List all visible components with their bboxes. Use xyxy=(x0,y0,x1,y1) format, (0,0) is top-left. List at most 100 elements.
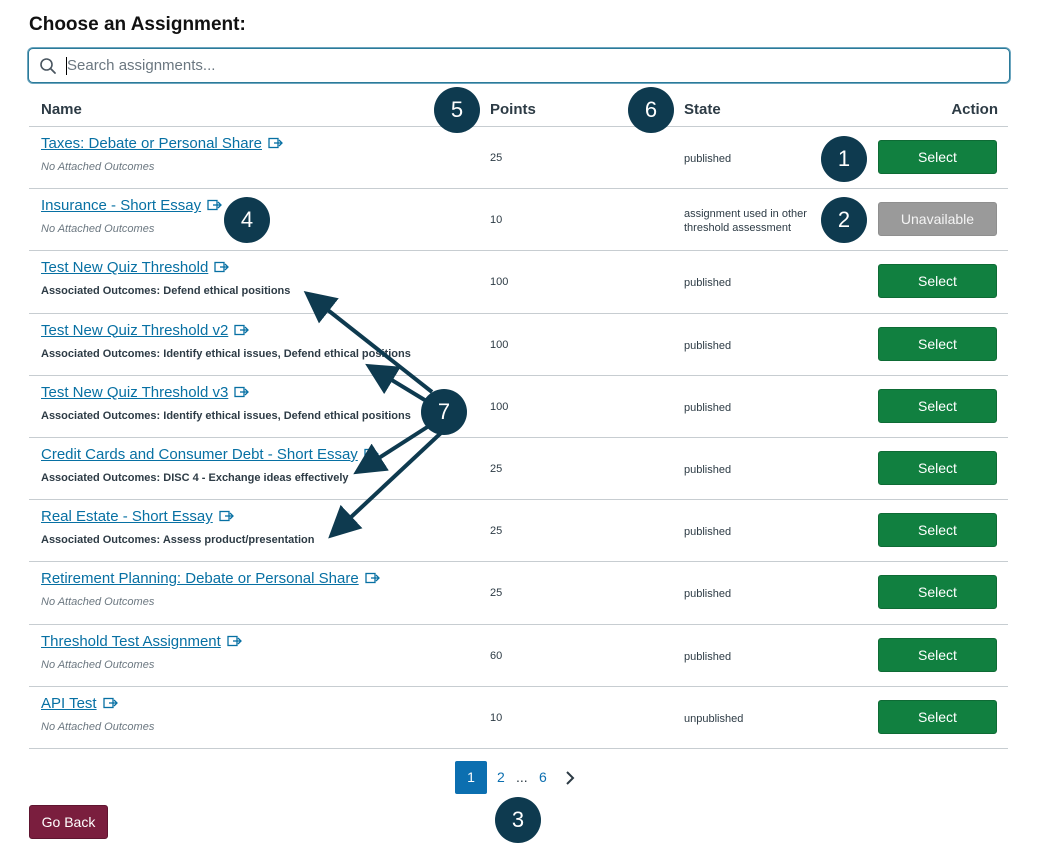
select-button[interactable]: Select xyxy=(878,326,997,361)
column-header-state: State xyxy=(684,101,721,118)
table-row: API Test No Attached Outcomes 10 unpublishe… xyxy=(29,687,1008,749)
select-button[interactable]: Select xyxy=(878,264,997,299)
outcomes-text: Associated Outcomes: Identify ethical is… xyxy=(41,409,411,422)
external-link-icon xyxy=(214,262,230,273)
outcomes-text: No Attached Outcomes xyxy=(41,596,155,609)
points-value: 25 xyxy=(490,462,503,475)
state-value: published xyxy=(684,401,732,414)
points-value: 100 xyxy=(490,400,509,413)
page-2-link[interactable]: 2 xyxy=(497,769,505,785)
table-row: Retirement Planning: Debate or Personal … xyxy=(29,562,1008,625)
select-button[interactable]: Select xyxy=(878,140,997,174)
state-value: published xyxy=(684,588,732,601)
assignment-name[interactable]: Test New Quiz Threshold xyxy=(41,259,208,276)
search-box[interactable] xyxy=(28,48,1010,83)
assignment-link[interactable]: Threshold Test Assignment xyxy=(41,633,242,650)
page-title: Choose an Assignment: xyxy=(29,14,246,35)
points-value: 10 xyxy=(490,214,503,227)
points-value: 60 xyxy=(490,649,503,662)
callout-2: 2 xyxy=(821,197,867,243)
assignment-name[interactable]: Threshold Test Assignment xyxy=(41,633,221,650)
table-row: Test New Quiz Threshold Associated Outcom… xyxy=(29,251,1008,314)
points-value: 25 xyxy=(490,152,503,164)
assignment-link[interactable]: Taxes: Debate or Personal Share xyxy=(41,135,283,152)
chevron-right-icon[interactable] xyxy=(564,770,576,786)
table-row: Test New Quiz Threshold v2 Associated Out… xyxy=(29,314,1008,376)
external-link-icon xyxy=(234,386,250,397)
points-value: 10 xyxy=(490,711,503,724)
external-link-icon xyxy=(227,635,242,646)
assignment-link[interactable]: Credit Cards and Consumer Debt - Short E… xyxy=(41,446,379,463)
assignment-link[interactable]: Test New Quiz Threshold v3 xyxy=(41,384,250,401)
outcomes-text: Associated Outcomes: Identify ethical is… xyxy=(41,347,411,360)
search-icon xyxy=(40,58,56,74)
outcomes-text: No Attached Outcomes xyxy=(41,223,155,236)
state-value: unpublished xyxy=(684,712,744,725)
points-value: 100 xyxy=(490,276,509,289)
page-6-link[interactable]: 6 xyxy=(539,769,547,785)
outcomes-text: No Attached Outcomes xyxy=(41,720,155,733)
outcomes-text: Associated Outcomes: Defend ethical posi… xyxy=(41,285,291,298)
table-row: Test New Quiz Threshold v3 Associated Out… xyxy=(29,376,1008,438)
select-button[interactable]: Select xyxy=(878,637,997,672)
state-value: assignment used in other threshold asses… xyxy=(684,208,807,235)
assignment-name[interactable]: Test New Quiz Threshold v3 xyxy=(41,384,228,401)
assignment-name[interactable]: Test New Quiz Threshold v2 xyxy=(41,322,228,339)
outcomes-text: Associated Outcomes: DISC 4 - Exchange i… xyxy=(41,471,349,484)
unavailable-button: Unavailable xyxy=(878,202,997,237)
select-button[interactable]: Select xyxy=(878,450,997,485)
search-input[interactable] xyxy=(65,53,995,78)
external-link-icon xyxy=(219,510,234,522)
table-row: Threshold Test Assignment No Attached Out… xyxy=(29,625,1008,687)
text-cursor xyxy=(66,57,67,75)
go-back-button[interactable]: Go Back xyxy=(29,805,108,839)
callout-4: 4 xyxy=(224,197,270,243)
assignment-link[interactable]: Test New Quiz Threshold v2 xyxy=(41,322,250,339)
outcomes-text: No Attached Outcomes xyxy=(41,161,155,173)
external-link-icon xyxy=(207,200,222,211)
pagination-ellipsis: ... xyxy=(516,769,528,785)
select-button[interactable]: Select xyxy=(878,699,997,734)
column-header-action: Action xyxy=(951,101,998,118)
state-value: published xyxy=(684,339,732,352)
external-link-icon xyxy=(365,573,380,584)
assignment-name[interactable]: Insurance - Short Essay xyxy=(41,197,201,214)
assignment-link[interactable]: Insurance - Short Essay xyxy=(41,197,222,214)
column-header-name: Name xyxy=(41,101,82,118)
callout-5: 5 xyxy=(434,87,480,133)
outcomes-text: Associated Outcomes: Assess product/pres… xyxy=(41,534,315,547)
assignment-name[interactable]: Taxes: Debate or Personal Share xyxy=(41,135,262,152)
external-link-icon xyxy=(234,324,250,335)
select-button[interactable]: Select xyxy=(878,513,997,548)
points-value: 25 xyxy=(490,525,503,538)
state-value: published xyxy=(684,277,732,290)
assignment-name[interactable]: Credit Cards and Consumer Debt - Short E… xyxy=(41,446,358,463)
assignment-link[interactable]: API Test xyxy=(41,695,118,712)
assignment-link[interactable]: Test New Quiz Threshold xyxy=(41,259,230,276)
assignment-name[interactable]: Retirement Planning: Debate or Personal … xyxy=(41,570,359,587)
points-value: 100 xyxy=(490,338,509,351)
select-button[interactable]: Select xyxy=(878,575,997,610)
table-row: Real Estate - Short Essay Associated Outc… xyxy=(29,500,1008,563)
callout-6: 6 xyxy=(628,87,674,133)
assignment-name[interactable]: Real Estate - Short Essay xyxy=(41,508,213,525)
column-header-points: Points xyxy=(490,101,536,118)
assignment-name[interactable]: API Test xyxy=(41,695,97,712)
outcomes-text: No Attached Outcomes xyxy=(41,658,155,671)
table-header: Name Points State Action xyxy=(29,96,1008,127)
points-value: 25 xyxy=(490,587,503,600)
external-link-icon xyxy=(364,448,379,460)
select-button[interactable]: Select xyxy=(878,388,997,423)
external-link-icon xyxy=(102,697,118,708)
table-row: Credit Cards and Consumer Debt - Short E… xyxy=(29,438,1008,501)
page-1-button[interactable]: 1 xyxy=(455,761,487,794)
callout-1: 1 xyxy=(821,136,867,182)
callout-7: 7 xyxy=(421,389,467,435)
assignment-link[interactable]: Real Estate - Short Essay xyxy=(41,508,234,525)
assignment-link[interactable]: Retirement Planning: Debate or Personal … xyxy=(41,570,380,587)
callout-3: 3 xyxy=(495,797,541,843)
state-value: published xyxy=(684,463,732,476)
external-link-icon xyxy=(268,137,283,149)
state-value: published xyxy=(684,153,732,165)
state-value: published xyxy=(684,650,732,663)
